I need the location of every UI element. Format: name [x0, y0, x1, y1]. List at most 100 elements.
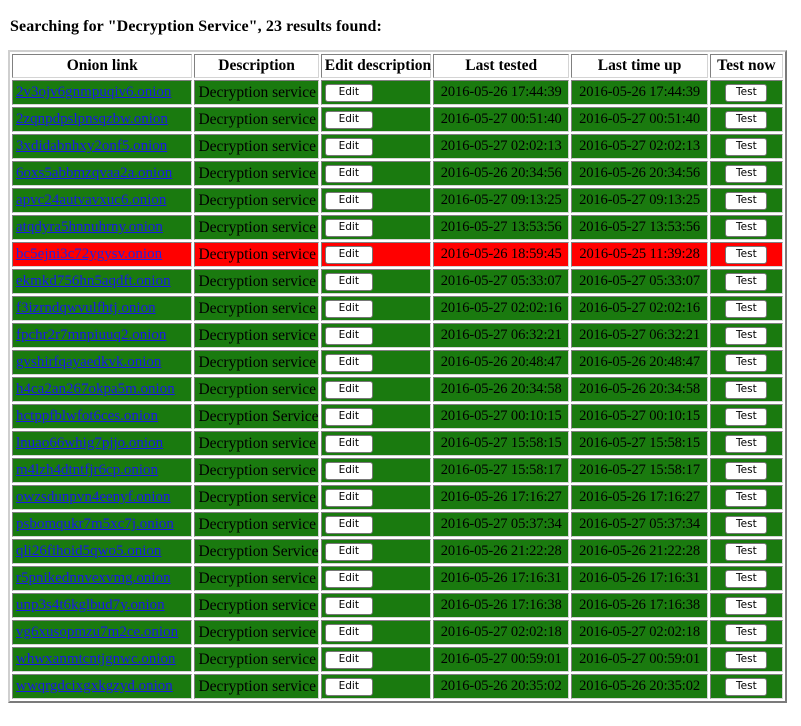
test-now-button[interactable]: Test [725, 462, 768, 480]
test-now-button[interactable]: Test [725, 435, 768, 453]
edit-description-button[interactable]: Edit [324, 435, 373, 453]
test-now-button[interactable]: Test [725, 624, 768, 642]
onion-link[interactable]: h4ca2an267okpa5m.onion [16, 381, 175, 397]
onion-link[interactable]: gvshirfqayaedkvk.onion [16, 354, 161, 370]
test-now-button[interactable]: Test [725, 381, 768, 399]
onion-link[interactable]: owzsdunpvn4eenyf.onion [16, 489, 171, 505]
test-now-button[interactable]: Test [725, 192, 768, 210]
onion-link[interactable]: whwxanmtcntjgnwc.onion [16, 651, 176, 667]
onion-link-cell: 2v3ojv6gnmpuqiv6.onion [12, 80, 193, 105]
last-time-up-timestamp: 2016-05-27 15:58:17 [579, 462, 701, 478]
onion-link[interactable]: r5pnikednnvexvmg.onion [16, 570, 171, 586]
last-tested-cell: 2016-05-27 09:13:25 [433, 188, 570, 213]
test-now-button[interactable]: Test [725, 543, 768, 561]
onion-link[interactable]: bc5ejni3c72ygysv.onion [16, 246, 162, 262]
last-time-up-cell: 2016-05-26 20:34:56 [571, 161, 708, 186]
last-time-up-timestamp: 2016-05-27 05:37:34 [579, 516, 701, 532]
last-tested-cell: 2016-05-27 06:32:21 [433, 323, 570, 348]
test-now-button[interactable]: Test [725, 408, 768, 426]
description-text: Decryption service [198, 380, 316, 398]
last-tested-timestamp: 2016-05-27 00:10:15 [440, 408, 562, 424]
table-row: hctppfblwfot6ces.onion Decryption Service… [12, 404, 783, 429]
onion-link[interactable]: apvc24autvavxuc6.onion [16, 192, 166, 208]
test-now-button[interactable]: Test [725, 327, 768, 345]
edit-description-button[interactable]: Edit [324, 489, 373, 507]
test-now-button[interactable]: Test [725, 678, 768, 696]
test-now-button[interactable]: Test [725, 165, 768, 183]
test-now-cell: Test [709, 350, 783, 375]
last-tested-timestamp: 2016-05-27 00:59:01 [440, 651, 562, 667]
onion-link[interactable]: qli26fihoid5qwo5.onion [16, 543, 161, 559]
description-cell: Decryption Service [194, 539, 319, 564]
edit-description-button[interactable]: Edit [324, 138, 373, 156]
edit-description-button[interactable]: Edit [324, 651, 373, 669]
edit-description-button[interactable]: Edit [324, 273, 373, 291]
edit-description-button[interactable]: Edit [324, 84, 373, 102]
onion-link[interactable]: 2zqnpdpslpnsqzbw.onion [16, 111, 168, 127]
edit-description-button[interactable]: Edit [324, 570, 373, 588]
edit-description-cell: Edit [320, 512, 432, 537]
test-now-button[interactable]: Test [725, 516, 768, 534]
onion-link[interactable]: 6oxs5abbmzqvaa2a.onion [16, 165, 172, 181]
test-now-button[interactable]: Test [725, 138, 768, 156]
test-now-button[interactable]: Test [725, 300, 768, 318]
column-header-last-tested: Last tested [433, 54, 570, 78]
edit-description-button[interactable]: Edit [324, 408, 373, 426]
onion-link[interactable]: m4lzh4dtntfjr6cp.onion [16, 462, 158, 478]
onion-link[interactable]: unp3s4t6kglbud7y.onion [16, 597, 165, 613]
onion-link[interactable]: vg6xusopmzu7m2ce.onion [16, 624, 178, 640]
test-now-button[interactable]: Test [725, 489, 768, 507]
table-body: 2v3ojv6gnmpuqiv6.onion Decryption service… [12, 80, 783, 699]
test-now-button[interactable]: Test [725, 354, 768, 372]
test-now-button[interactable]: Test [725, 651, 768, 669]
onion-link[interactable]: 3xdidabnhxy2onf5.onion [16, 138, 167, 154]
edit-description-button[interactable]: Edit [324, 624, 373, 642]
edit-description-button[interactable]: Edit [324, 354, 373, 372]
onion-link-cell: fpchr2r7mnpiuuq2.onion [12, 323, 193, 348]
test-now-button[interactable]: Test [725, 246, 768, 264]
onion-link[interactable]: psbomqukr7m5xc7j.onion [16, 516, 174, 532]
edit-description-button[interactable]: Edit [324, 192, 373, 210]
edit-description-button[interactable]: Edit [324, 678, 373, 696]
edit-description-button[interactable]: Edit [324, 327, 373, 345]
test-now-button[interactable]: Test [725, 219, 768, 237]
edit-description-button[interactable]: Edit [324, 246, 373, 264]
edit-description-cell: Edit [320, 647, 432, 672]
edit-description-button[interactable]: Edit [324, 111, 373, 129]
test-now-cell: Test [709, 674, 783, 699]
onion-link-cell: gvshirfqayaedkvk.onion [12, 350, 193, 375]
onion-link[interactable]: atqdyra5hnnuhrny.onion [16, 219, 163, 235]
onion-link[interactable]: f3izrndqwvulfhtj.onion [16, 300, 156, 316]
onion-link[interactable]: hctppfblwfot6ces.onion [16, 408, 158, 424]
onion-link[interactable]: 2v3ojv6gnmpuqiv6.onion [16, 84, 171, 100]
test-now-button[interactable]: Test [725, 597, 768, 615]
onion-link[interactable]: lnuao66whig7pjjo.onion [16, 435, 163, 451]
edit-description-button[interactable]: Edit [324, 300, 373, 318]
test-now-button[interactable]: Test [725, 570, 768, 588]
onion-link[interactable]: fpchr2r7mnpiuuq2.onion [16, 327, 166, 343]
description-text: Decryption service [198, 272, 316, 290]
test-now-button[interactable]: Test [725, 111, 768, 129]
description-text: Decryption service [198, 299, 316, 317]
edit-description-button[interactable]: Edit [324, 516, 373, 534]
edit-description-button[interactable]: Edit [324, 543, 373, 561]
test-now-cell: Test [709, 269, 783, 294]
column-header-description: Description [194, 54, 319, 78]
onion-link-cell: atqdyra5hnnuhrny.onion [12, 215, 193, 240]
last-time-up-timestamp: 2016-05-27 00:51:40 [579, 111, 701, 127]
last-time-up-cell: 2016-05-27 13:53:56 [571, 215, 708, 240]
description-text: Decryption service [198, 677, 316, 695]
test-now-button[interactable]: Test [725, 273, 768, 291]
test-now-button[interactable]: Test [725, 84, 768, 102]
edit-description-button[interactable]: Edit [324, 597, 373, 615]
edit-description-cell: Edit [320, 620, 432, 645]
edit-description-button[interactable]: Edit [324, 462, 373, 480]
description-cell: Decryption service [194, 107, 319, 132]
edit-description-button[interactable]: Edit [324, 381, 373, 399]
onion-link[interactable]: wwqrgdcixgxkgzyd.onion [16, 678, 173, 694]
edit-description-button[interactable]: Edit [324, 219, 373, 237]
description-text: Decryption service [198, 218, 316, 236]
onion-link[interactable]: ekmkd756hn5aqdft.onion [16, 273, 171, 289]
edit-description-button[interactable]: Edit [324, 165, 373, 183]
table-row: h4ca2an267okpa5m.onion Decryption service… [12, 377, 783, 402]
